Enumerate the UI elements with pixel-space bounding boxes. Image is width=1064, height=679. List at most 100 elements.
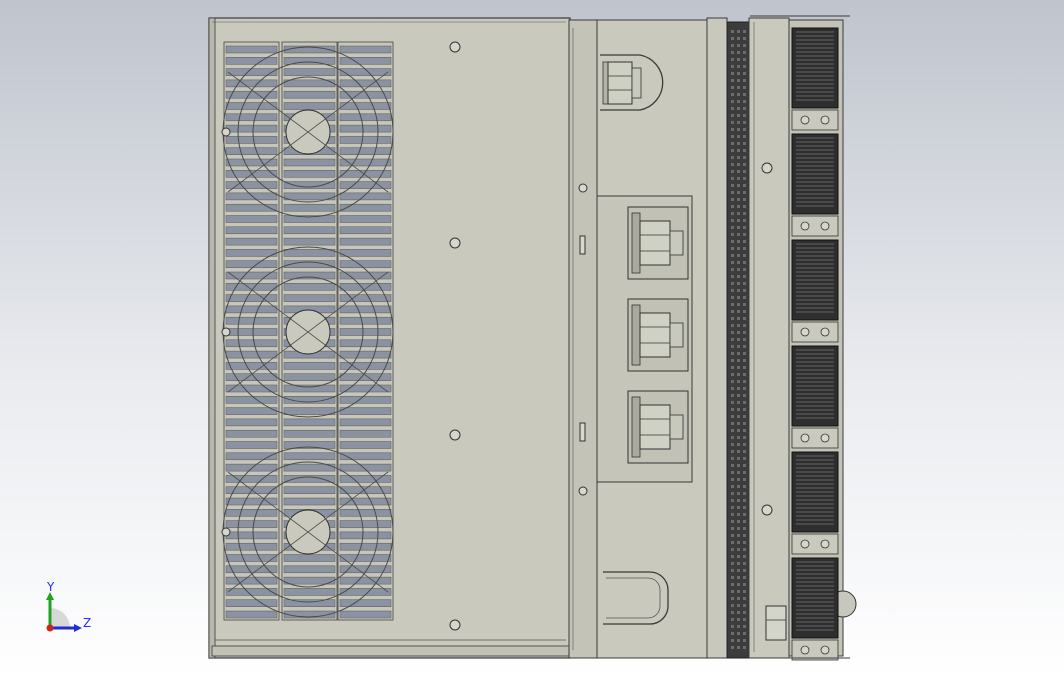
grille-slat [283,90,336,99]
vent-hole [731,457,734,460]
vent-hole [731,338,734,341]
vent-hole [743,261,746,264]
vent-hole [737,408,740,411]
grille-slat [339,226,392,235]
vent-hole [737,394,740,397]
vent-hole [737,128,740,131]
vent-hole [743,100,746,103]
vent-hole [731,135,734,138]
vent-hole [737,275,740,278]
cad-viewport[interactable]: Y Z [0,0,1064,679]
vent-hole [731,394,734,397]
grille-slat [283,599,336,607]
vent-hole [731,618,734,621]
grille-slat [225,328,278,336]
grille-slat [339,362,392,370]
nut-icon [602,61,642,105]
clip-hole-icon [820,645,830,655]
terminal-washer [631,396,641,458]
grille-slat [225,57,278,65]
vent-hole [743,611,746,614]
grille-slat [283,283,336,291]
vent-hole [731,149,734,152]
terminal-bolts [627,206,689,464]
vent-hole [731,506,734,509]
vent-hole [743,457,746,460]
vent-hole [743,226,746,229]
clip-hole-icon [820,115,830,125]
device-model[interactable] [0,0,1064,679]
vent-hole [731,275,734,278]
axis-triad: Y Z [38,578,98,638]
vent-hole [737,338,740,341]
vent-hole [731,163,734,166]
connector-clip [791,427,839,449]
grille-slat [339,418,392,427]
bolt-tip [669,230,684,256]
vent-hole [743,471,746,474]
grille-slat [225,316,278,325]
clip-hole-icon [820,221,830,231]
vent-hole [731,212,734,215]
origin-icon [46,624,54,632]
grille-slat [339,158,392,167]
vent-hole [737,51,740,54]
vent-hole [737,72,740,75]
vent-hole [731,534,734,537]
vent-hole [731,366,734,369]
grille-slat [225,215,278,223]
vent-hole [743,219,746,222]
grille-slat [339,294,392,302]
vent-hole [731,527,734,530]
vent-hole [731,415,734,418]
vent-hole [731,317,734,320]
grille-slat [339,339,392,348]
grille-slat [339,599,392,607]
grille-slat [225,531,278,540]
grille-slat [225,136,278,144]
grille-slat [283,68,336,76]
grille-slat [339,102,392,110]
grille-slat [225,339,278,348]
vent-hole [743,366,746,369]
vent-hole [743,156,746,159]
vent-hole [731,548,734,551]
vent-hole [731,170,734,173]
vent-hole [743,205,746,208]
vent-hole [731,485,734,488]
vent-hole [737,254,740,257]
grille-slat [283,203,336,212]
vent-hole [743,303,746,306]
vent-hole [731,100,734,103]
vent-hole [743,527,746,530]
grille-slat [339,305,392,314]
vent-hole [743,65,746,68]
vent-hole [731,58,734,61]
vent-hole [737,513,740,516]
vent-hole [737,163,740,166]
screw-icon [221,127,231,137]
vent-hole [737,114,740,117]
grille-slat [225,249,278,257]
grille-slat [225,362,278,370]
vent-hole [737,240,740,243]
vent-hole [737,303,740,306]
vent-hole [737,170,740,173]
grille-slat [283,294,336,302]
vent-hole [743,338,746,341]
vent-hole [731,226,734,229]
vent-hole [731,625,734,628]
nut-icon [639,312,671,358]
vent-hole [743,128,746,131]
vent-hole [731,646,734,649]
vent-hole [731,86,734,89]
vent-hole [737,149,740,152]
vent-hole [743,352,746,355]
vent-hole [743,646,746,649]
vent-hole [731,156,734,159]
vent-hole [737,352,740,355]
vent-hole [731,296,734,299]
vent-hole [737,443,740,446]
grille-slat [225,599,278,607]
vent-hole [731,464,734,467]
